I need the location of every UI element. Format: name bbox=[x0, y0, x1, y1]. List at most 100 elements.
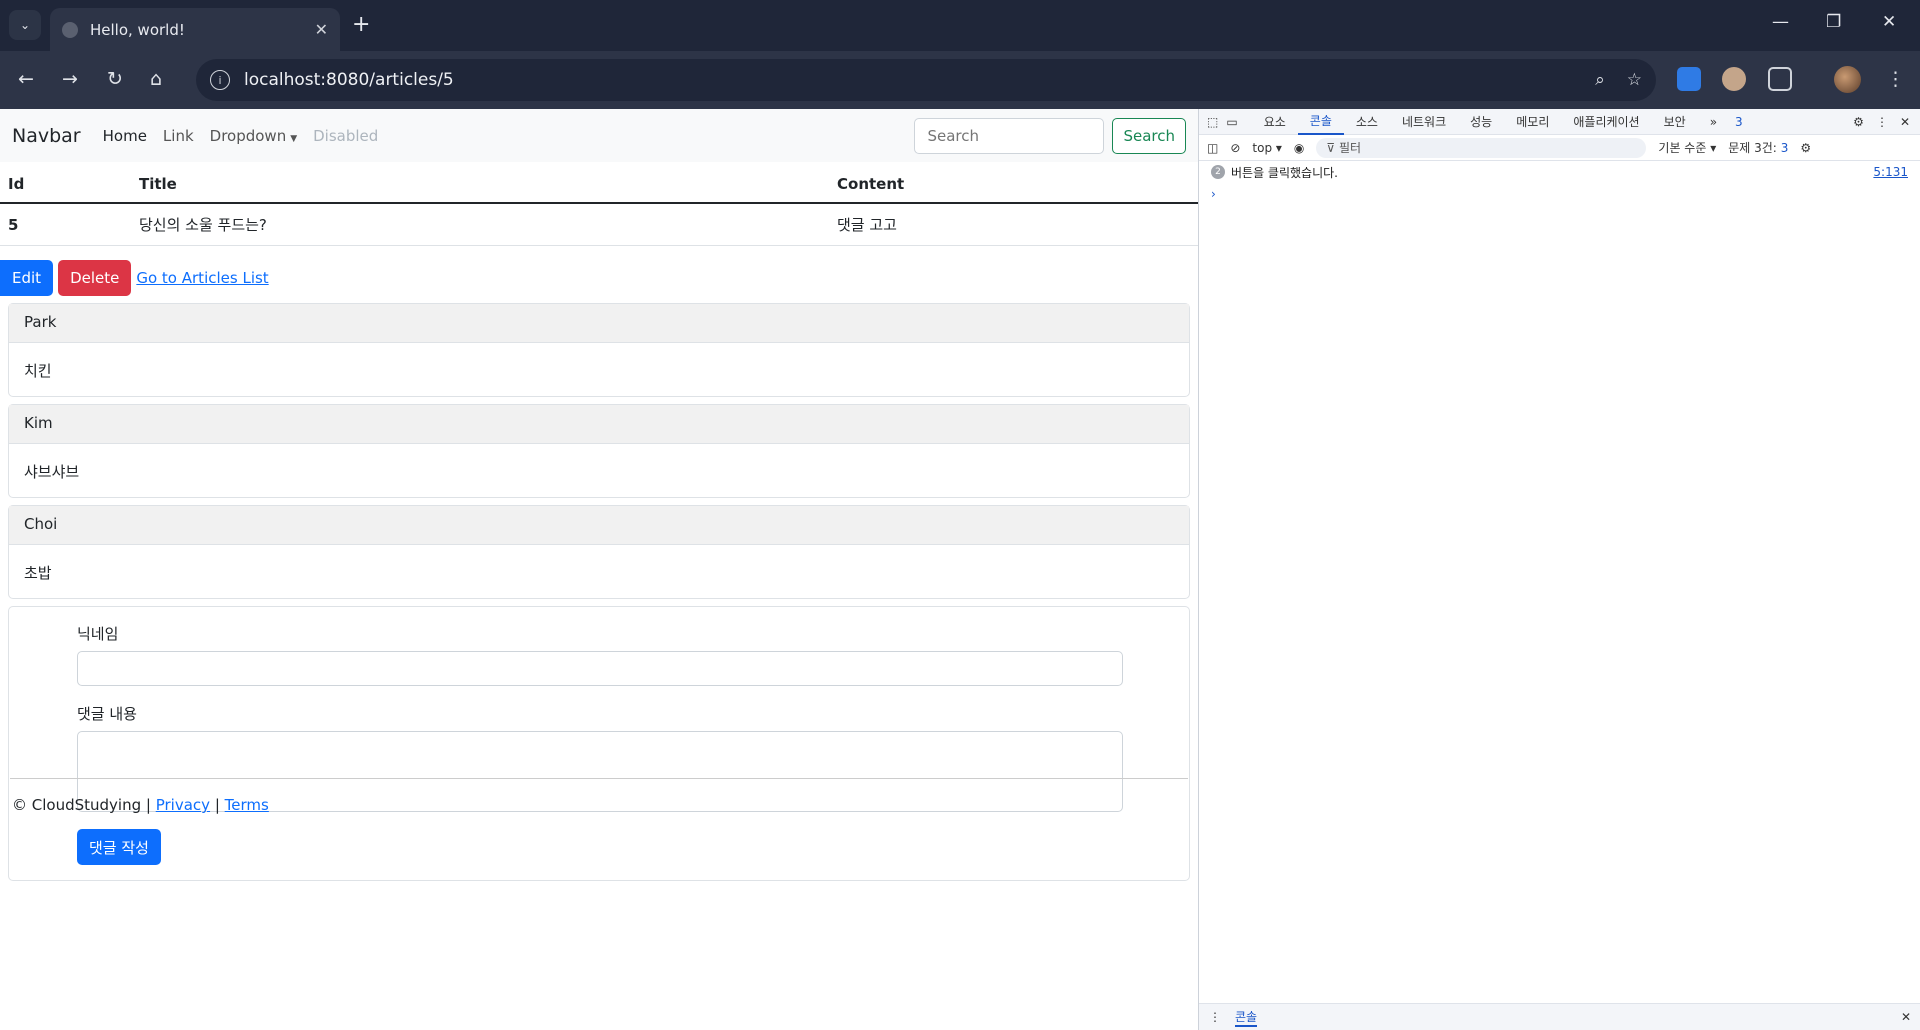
close-devtools-icon[interactable]: ✕ bbox=[1900, 115, 1910, 129]
footer: © CloudStudying | Privacy | Terms bbox=[12, 796, 269, 814]
article-table: Id Title Content 5 당신의 소울 푸드는? 댓글 고고 bbox=[0, 166, 1198, 246]
repeat-count-badge: 2 bbox=[1211, 165, 1225, 179]
column-header: Id bbox=[0, 166, 131, 204]
devtools-drawer: ⋮ 콘솔 ✕ bbox=[1199, 1003, 1920, 1030]
url-text[interactable]: localhost:8080/articles/5 bbox=[244, 70, 1573, 90]
comment-body-label: 댓글 내용 bbox=[77, 705, 137, 723]
submit-comment-button[interactable]: 댓글 작성 bbox=[77, 829, 161, 865]
devtools-tabs: ⬚ ▭ 요소 콘솔 소스 네트워크 성능 메모리 애플리케이션 보안 » 3 ⚙… bbox=[1199, 109, 1920, 135]
tab-network[interactable]: 네트워크 bbox=[1390, 109, 1458, 135]
article-id: 5 bbox=[0, 203, 131, 246]
filter-input[interactable]: ⊽ 필터 bbox=[1316, 137, 1647, 158]
comment-card: Kim 샤브샤브 bbox=[8, 404, 1190, 498]
search-button[interactable]: Search bbox=[1112, 117, 1186, 154]
live-expression-eye-icon[interactable]: ◉ bbox=[1294, 141, 1304, 155]
tab-performance[interactable]: 성능 bbox=[1458, 109, 1504, 135]
context-select[interactable]: top ▾ bbox=[1252, 141, 1282, 155]
reload-icon[interactable]: ↻ bbox=[107, 68, 123, 90]
more-tabs-icon[interactable]: » bbox=[1698, 109, 1729, 135]
minimize-icon[interactable]: — bbox=[1772, 12, 1789, 32]
nav-link[interactable]: Link bbox=[163, 127, 194, 145]
tab-memory[interactable]: 메모리 bbox=[1504, 109, 1561, 135]
bookmark-star-icon[interactable]: ☆ bbox=[1627, 70, 1642, 90]
table-header-row: Id Title Content bbox=[0, 166, 1198, 204]
edit-button[interactable]: Edit bbox=[0, 260, 54, 296]
issues-summary[interactable]: 문제 3건: 3 bbox=[1728, 139, 1788, 156]
comment-body: 치킨 bbox=[24, 362, 52, 380]
back-icon[interactable]: ← bbox=[18, 68, 34, 90]
close-tab-icon[interactable]: ✕ bbox=[315, 20, 328, 39]
console-settings-icon[interactable]: ⚙ bbox=[1800, 141, 1811, 155]
privacy-link[interactable]: Privacy bbox=[156, 796, 210, 814]
restore-icon[interactable]: ❐ bbox=[1826, 12, 1841, 32]
articles-list-link[interactable]: Go to Articles List bbox=[136, 269, 268, 287]
site-navbar: Navbar Home Link Dropdown ▼ Disabled Sear… bbox=[0, 109, 1198, 162]
tab-search-button[interactable]: ⌄ bbox=[9, 10, 41, 40]
caret-down-icon: ▼ bbox=[290, 133, 298, 144]
close-window-icon[interactable]: ✕ bbox=[1882, 12, 1896, 32]
tab-title: Hello, world! bbox=[90, 20, 185, 39]
address-bar[interactable]: i localhost:8080/articles/5 ⌕ ☆ bbox=[196, 59, 1656, 101]
comment-nickname: Kim bbox=[9, 405, 1189, 444]
log-level-select[interactable]: 기본 수준 ▾ bbox=[1658, 139, 1716, 156]
search-input[interactable] bbox=[914, 117, 1105, 154]
extension-icon[interactable] bbox=[1722, 67, 1746, 91]
comment-body: 샤브샤브 bbox=[24, 463, 80, 481]
tab-application[interactable]: 애플리케이션 bbox=[1561, 109, 1651, 135]
nickname-label: 닉네임 bbox=[77, 625, 119, 643]
home-icon[interactable]: ⌂ bbox=[150, 68, 162, 90]
tab-security[interactable]: 보안 bbox=[1652, 109, 1698, 135]
translate-extension-icon[interactable] bbox=[1677, 67, 1701, 91]
console-log-entry: 2 버튼을 클릭했습니다. 5:131 bbox=[1199, 161, 1920, 183]
sidebar-toggle-icon[interactable]: ◫ bbox=[1207, 141, 1218, 155]
devtools-panel: ⬚ ▭ 요소 콘솔 소스 네트워크 성능 메모리 애플리케이션 보안 » 3 ⚙… bbox=[1198, 109, 1920, 1030]
footer-separator: | bbox=[214, 796, 220, 814]
clear-console-icon[interactable]: ⊘ bbox=[1230, 141, 1240, 155]
comment-card: Park 치킨 bbox=[8, 303, 1190, 397]
device-toolbar-icon[interactable]: ▭ bbox=[1226, 115, 1237, 129]
delete-button[interactable]: Delete bbox=[58, 260, 132, 296]
tab-console[interactable]: 콘솔 bbox=[1297, 109, 1344, 135]
context-value: top bbox=[1252, 140, 1273, 155]
devtools-menu-icon[interactable]: ⋮ bbox=[1876, 115, 1888, 129]
nickname-input[interactable] bbox=[77, 651, 1123, 686]
filter-placeholder: 필터 bbox=[1339, 141, 1362, 155]
forward-icon[interactable]: → bbox=[62, 68, 78, 90]
globe-icon bbox=[62, 21, 78, 38]
nav-dropdown[interactable]: Dropdown ▼ bbox=[210, 127, 297, 145]
log-source-link[interactable]: 5:131 bbox=[1873, 165, 1908, 179]
copyright-text: © CloudStudying | bbox=[12, 796, 151, 814]
navbar-brand[interactable]: Navbar bbox=[12, 125, 81, 147]
menu-kebab-icon[interactable]: ⋮ bbox=[1886, 68, 1905, 90]
drawer-console-tab[interactable]: 콘솔 bbox=[1235, 1008, 1258, 1027]
browser-tab[interactable]: Hello, world! ✕ bbox=[50, 8, 340, 51]
column-header: Content bbox=[829, 166, 1198, 204]
drawer-menu-icon[interactable]: ⋮ bbox=[1209, 1010, 1221, 1024]
console-prompt[interactable]: › bbox=[1199, 183, 1920, 205]
new-tab-icon[interactable]: + bbox=[352, 12, 370, 37]
log-level-value: 기본 수준 bbox=[1658, 141, 1707, 155]
nav-home[interactable]: Home bbox=[103, 127, 147, 145]
issues-text: 문제 3건: bbox=[1728, 141, 1777, 155]
close-drawer-icon[interactable]: ✕ bbox=[1901, 1010, 1911, 1024]
issues-badge: 3 bbox=[1780, 141, 1789, 155]
footer-divider bbox=[10, 778, 1188, 779]
nav-disabled: Disabled bbox=[313, 126, 379, 145]
profile-avatar[interactable] bbox=[1834, 66, 1861, 93]
tab-elements[interactable]: 요소 bbox=[1252, 109, 1298, 135]
browser-toolbar: ← → ↻ ⌂ i localhost:8080/articles/5 ⌕ ☆ … bbox=[0, 51, 1920, 109]
zoom-icon[interactable]: ⌕ bbox=[1595, 70, 1605, 90]
article-title: 당신의 소울 푸드는? bbox=[131, 203, 829, 246]
extensions-puzzle-icon[interactable] bbox=[1768, 67, 1792, 91]
terms-link[interactable]: Terms bbox=[225, 796, 269, 814]
log-message: 버튼을 클릭했습니다. bbox=[1231, 165, 1338, 180]
tab-sources[interactable]: 소스 bbox=[1344, 109, 1390, 135]
site-info-icon[interactable]: i bbox=[210, 70, 230, 90]
comment-form: 닉네임 댓글 내용 댓글 작성 bbox=[8, 606, 1190, 881]
table-row: 5 당신의 소울 푸드는? 댓글 고고 bbox=[0, 203, 1198, 246]
inspect-element-icon[interactable]: ⬚ bbox=[1207, 115, 1218, 129]
article-actions: Edit Delete Go to Articles List bbox=[0, 260, 1198, 296]
article-content: 댓글 고고 bbox=[829, 203, 1198, 246]
settings-gear-icon[interactable]: ⚙ bbox=[1853, 115, 1864, 129]
issues-count[interactable]: 3 bbox=[1735, 115, 1743, 129]
